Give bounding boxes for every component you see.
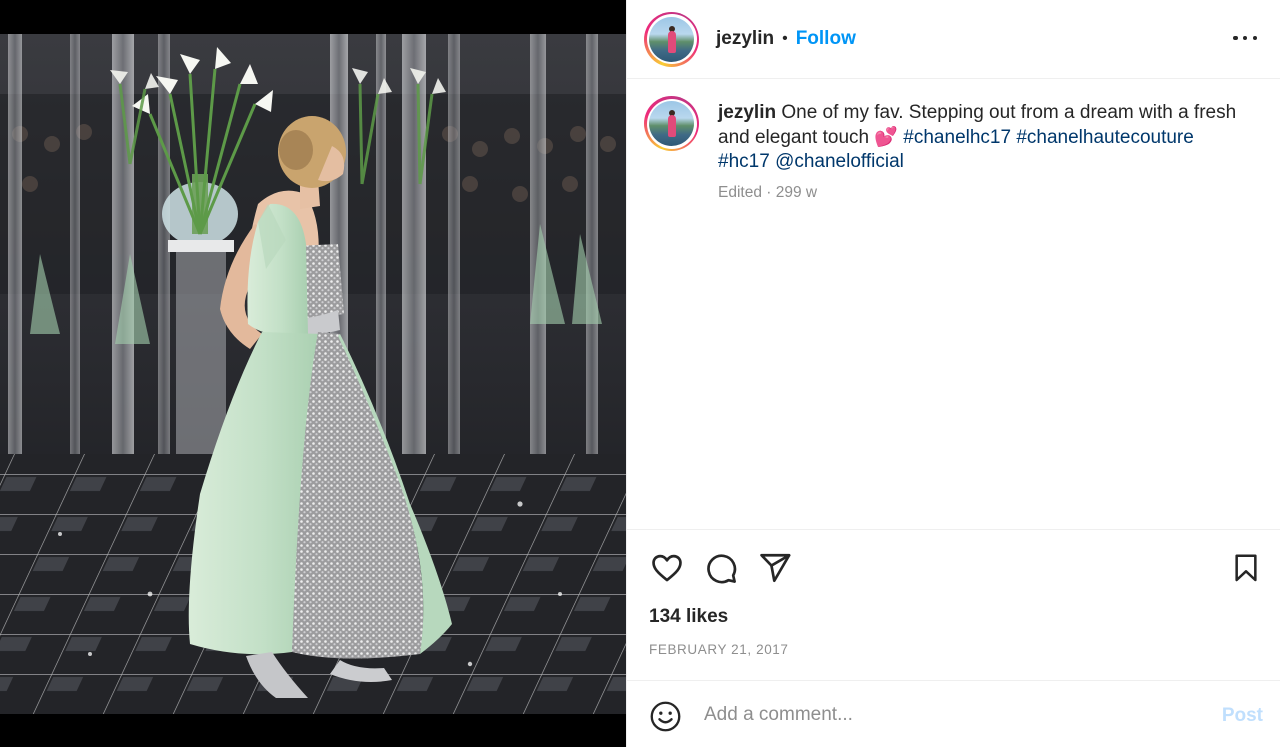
likes-count[interactable]: 134 likes <box>649 606 728 628</box>
comment-bubble-icon[interactable] <box>703 550 738 585</box>
post-panel: jezylin • Follow jezylin One of my fav. … <box>626 0 1280 747</box>
hashtag-link[interactable]: #chanelhautecouture <box>1016 127 1193 148</box>
avatar-ring-gap <box>646 14 697 64</box>
username-link[interactable]: jezylin <box>716 28 774 50</box>
comment-box: Post <box>627 680 1280 747</box>
runway-photo-illustration <box>0 34 626 714</box>
action-icons <box>649 550 792 585</box>
avatar-image <box>649 16 694 62</box>
post-date[interactable]: FEBRUARY 21, 2017 <box>649 642 789 657</box>
heart-icon[interactable] <box>649 550 684 585</box>
hashtag-link[interactable]: #hc17 <box>718 151 770 172</box>
bookmark-icon[interactable] <box>1228 550 1263 585</box>
more-options-icon[interactable] <box>1233 26 1257 50</box>
post-comment-button[interactable]: Post <box>1222 705 1263 727</box>
mention-link[interactable]: @chanelofficial <box>775 151 904 172</box>
actions-section: 134 likes FEBRUARY 21, 2017 <box>627 529 1280 680</box>
caption-avatar-row <box>644 96 699 151</box>
follow-button[interactable]: Follow <box>796 28 856 50</box>
post-photo[interactable] <box>0 34 626 714</box>
avatar-ring-gap <box>646 98 697 149</box>
avatar-figure-body <box>668 30 676 53</box>
more-dot <box>1252 35 1257 41</box>
comments-section: jezylin One of my fav. Stepping out from… <box>627 80 1280 529</box>
paper-plane-icon[interactable] <box>757 550 792 585</box>
more-dot <box>1233 35 1238 41</box>
smiley-icon[interactable] <box>649 700 682 733</box>
hashtag-link[interactable]: #chanelhc17 <box>903 127 1011 148</box>
avatar-figure-body <box>668 115 676 137</box>
post-header: jezylin • Follow <box>627 0 1280 79</box>
avatar-image <box>649 101 694 146</box>
separator-dot: • <box>782 30 788 47</box>
comment-input[interactable] <box>704 699 1174 731</box>
caption-username[interactable]: jezylin <box>718 102 776 123</box>
caption-avatar[interactable] <box>644 96 699 151</box>
caption: jezylin One of my fav. Stepping out from… <box>718 101 1238 175</box>
more-dot <box>1242 35 1248 41</box>
caption-meta: Edited · 299 w <box>718 184 818 201</box>
avatar[interactable] <box>644 11 699 67</box>
post-media <box>0 0 626 747</box>
